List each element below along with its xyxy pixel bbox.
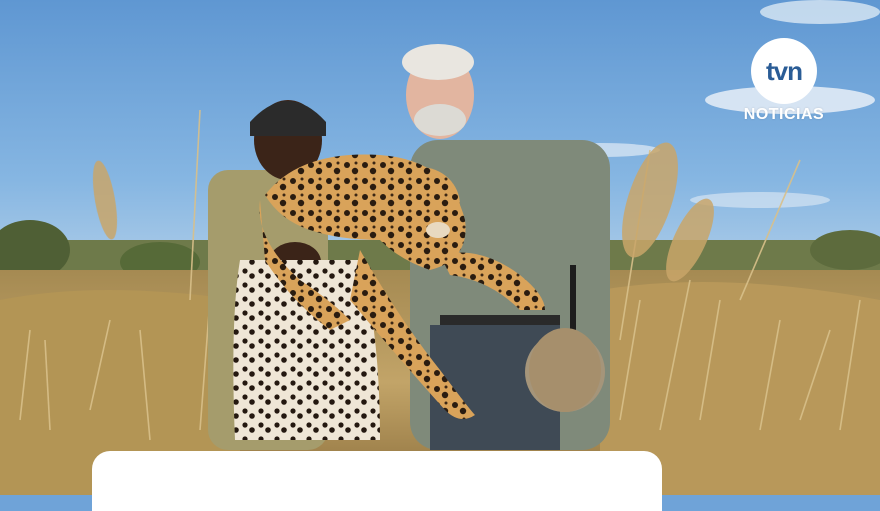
tvn-noticias-logo: tvn NOTICIAS [734, 38, 834, 124]
content-card [92, 451, 662, 511]
tvn-logo-mark: tvn [751, 38, 817, 104]
hat [529, 328, 601, 412]
noticias-logo-text: NOTICIAS [743, 106, 825, 123]
